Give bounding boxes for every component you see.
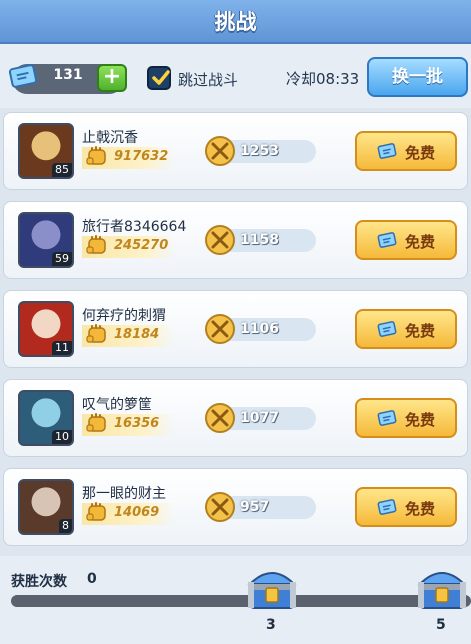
fist-icon [86, 146, 106, 165]
ticket-count: 131 [53, 67, 83, 83]
title-bar: 挑战 [0, 0, 471, 44]
challenge-free-button[interactable]: 免费 [355, 220, 457, 260]
ticket-icon [377, 321, 397, 337]
add-ticket-button[interactable]: + [97, 64, 127, 92]
ticket-icon [377, 232, 397, 248]
win-progress-track [11, 595, 471, 607]
fist-icon [86, 413, 106, 432]
opponent-score: 1106 [240, 321, 279, 337]
opponent-power: 917632 [114, 149, 169, 164]
opponent-card: 59 旅行者8346664 245270 1158 免费 [3, 201, 468, 279]
opponent-level: 85 [52, 163, 72, 177]
challenge-free-button[interactable]: 免费 [355, 309, 457, 349]
opponent-card: 85 止戟沉香 917632 1253 免费 [3, 112, 468, 190]
ticket-icon [377, 143, 397, 159]
free-label: 免费 [405, 322, 436, 340]
chest-milestone-3: 3 [266, 617, 276, 633]
ticket-icon [377, 499, 397, 515]
challenge-free-button[interactable]: 免费 [355, 131, 457, 171]
fist-icon [86, 324, 106, 343]
opponent-level: 8 [59, 519, 72, 533]
wins-count: 0 [87, 571, 97, 587]
refresh-opponents-button[interactable]: 换一批 [367, 57, 468, 97]
free-label: 免费 [405, 233, 436, 251]
fist-icon [86, 235, 106, 254]
page-title: 挑战 [214, 10, 257, 34]
opponent-avatar[interactable]: 59 [18, 212, 74, 268]
opponent-avatar[interactable]: 10 [18, 390, 74, 446]
opponent-avatar[interactable]: 11 [18, 301, 74, 357]
opponent-avatar[interactable]: 85 [18, 123, 74, 179]
ticket-icon [377, 410, 397, 426]
opponent-level: 59 [52, 252, 72, 266]
skip-battle-label: 跳过战斗 [178, 71, 239, 89]
cooldown-timer: 冷却08:33 [286, 70, 360, 88]
opponent-level: 10 [52, 430, 72, 444]
skip-battle-checkbox[interactable] [147, 66, 171, 90]
wins-label: 获胜次数 [11, 574, 67, 590]
free-label: 免费 [405, 411, 436, 429]
ticket-icon [8, 64, 38, 88]
opponent-card: 8 那一眼的财主 14069 957 免费 [3, 468, 468, 546]
fist-icon [86, 502, 106, 521]
opponent-avatar[interactable]: 8 [18, 479, 74, 535]
opponent-power: 245270 [114, 238, 169, 253]
opponent-power: 14069 [114, 505, 160, 520]
challenge-free-button[interactable]: 免费 [355, 487, 457, 527]
opponent-score: 1077 [240, 410, 279, 426]
crossed-swords-icon [205, 492, 235, 522]
opponent-score: 1253 [240, 143, 279, 159]
challenge-free-button[interactable]: 免费 [355, 398, 457, 438]
opponent-power: 16356 [114, 416, 160, 431]
crossed-swords-icon [205, 403, 235, 433]
free-label: 免费 [405, 144, 436, 162]
opponent-card: 10 叹气的箩筐 16356 1077 免费 [3, 379, 468, 457]
opponent-score: 957 [240, 499, 270, 515]
free-label: 免费 [405, 500, 436, 518]
opponent-card: 11 何弃疗的刺猬 18184 1106 免费 [3, 290, 468, 368]
crossed-swords-icon [205, 314, 235, 344]
opponent-power: 18184 [114, 327, 160, 342]
chest-icon-5-wins[interactable] [414, 558, 470, 614]
opponent-level: 11 [52, 341, 72, 355]
crossed-swords-icon [205, 136, 235, 166]
crossed-swords-icon [205, 225, 235, 255]
opponent-score: 1158 [240, 232, 279, 248]
chest-icon-3-wins[interactable] [244, 558, 300, 614]
checkmark-icon [152, 70, 170, 85]
chest-milestone-5: 5 [436, 617, 446, 633]
